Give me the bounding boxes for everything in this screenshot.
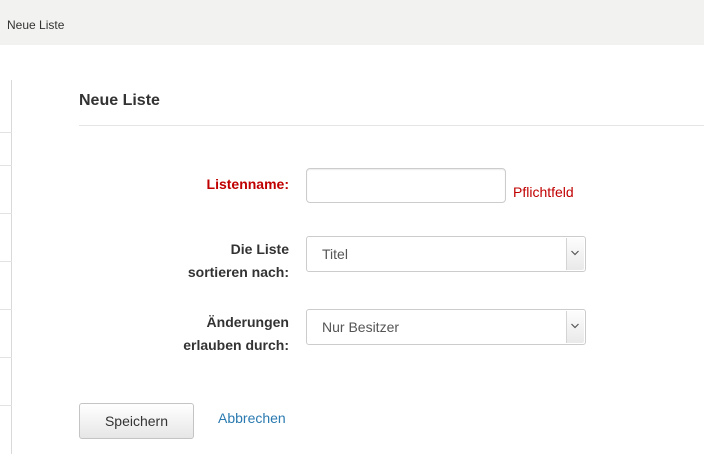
title-divider bbox=[79, 125, 704, 126]
chevron-down-icon[interactable] bbox=[566, 238, 584, 270]
required-hint: Pflichtfeld bbox=[513, 184, 574, 200]
page-title: Neue Liste bbox=[7, 18, 65, 32]
chevron-down-icon[interactable] bbox=[566, 311, 584, 343]
rail-edge bbox=[11, 80, 12, 454]
left-rail bbox=[0, 80, 12, 454]
sort-by-value: Titel bbox=[322, 246, 348, 262]
list-name-input[interactable] bbox=[306, 168, 506, 203]
rail-divider bbox=[0, 213, 12, 214]
permissions-value: Nur Besitzer bbox=[322, 319, 400, 335]
sort-by-label: Die Liste sortieren nach: bbox=[187, 241, 289, 280]
permissions-select[interactable]: Nur Besitzer bbox=[306, 309, 586, 345]
list-name-label: Listenname: bbox=[206, 176, 289, 192]
permissions-label: Änderungen erlauben durch: bbox=[183, 314, 289, 353]
rail-divider bbox=[0, 132, 12, 133]
panel-title: Neue Liste bbox=[79, 92, 160, 109]
cancel-link[interactable]: Abbrechen bbox=[218, 410, 286, 426]
sort-by-select[interactable]: Titel bbox=[306, 236, 586, 272]
rail-divider bbox=[0, 357, 12, 358]
rail-divider bbox=[0, 165, 12, 166]
save-button[interactable]: Speichern bbox=[79, 403, 194, 439]
rail-divider bbox=[0, 309, 12, 310]
rail-divider bbox=[0, 261, 12, 262]
top-bar: Neue Liste bbox=[0, 0, 704, 45]
rail-divider bbox=[0, 405, 12, 406]
